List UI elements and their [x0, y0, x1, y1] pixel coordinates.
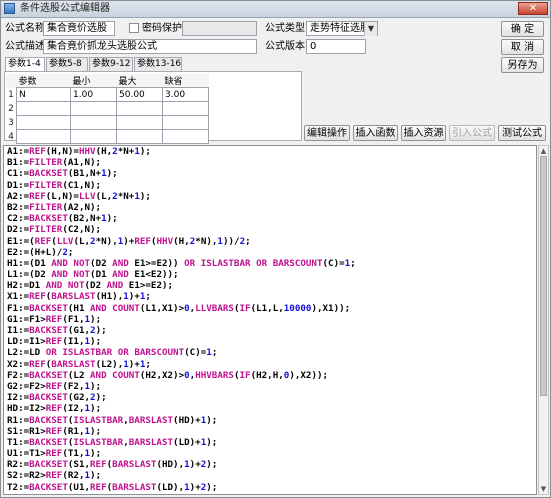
- test-formula-button[interactable]: 测试公式: [498, 125, 546, 141]
- code-line: B2:=FILTER(A2,N);: [7, 201, 102, 213]
- code-line: X1:=REF(BARSLAST(H1),1)+1;: [7, 291, 151, 303]
- formula-name-input[interactable]: 集合竟价选股: [43, 21, 115, 36]
- import-formula-button[interactable]: 引入公式: [449, 125, 495, 141]
- param-row-number: 3: [8, 117, 14, 128]
- formula-desc-label: 公式描述: [5, 41, 45, 52]
- code-line: C1:=BACKSET(B1,N+1);: [7, 168, 118, 180]
- formula-version-label: 公式版本: [265, 41, 305, 52]
- code-line: F1:=BACKSET(H1 AND COUNT(L1,X1)>0,LLVBAR…: [7, 302, 351, 314]
- code-line: HD:=I2>REF(I2,1);: [7, 403, 102, 415]
- formula-type-select[interactable]: 走势特征选股 ▼: [306, 21, 378, 36]
- param-header-max: 最大: [116, 74, 163, 88]
- code-line: E1:=(REF(LLV(L,2*N),1)+REF(HHV(H,2*N),1)…: [7, 235, 251, 247]
- code-line: I2:=BACKSET(G2,2);: [7, 392, 107, 404]
- param-row-number: 1: [8, 89, 14, 100]
- code-line: T1:=BACKSET(ISLASTBAR,BARSLAST(LD)+1);: [7, 436, 218, 448]
- formula-desc-input[interactable]: 集合竟价抓龙头选股公式: [43, 39, 257, 54]
- app-icon: [4, 3, 15, 14]
- insert-function-button[interactable]: 插入函数: [353, 125, 398, 141]
- formula-type-value: 走势特征选股: [310, 23, 370, 34]
- close-button[interactable]: ✕: [518, 2, 548, 15]
- formula-name-label: 公式名称: [5, 23, 45, 34]
- tab-params-9-12[interactable]: 参数9-12: [89, 57, 133, 71]
- params-table: 参数 最小 最大 缺省 1 N 1.00 50.00 3.00 2 3 4: [6, 74, 209, 144]
- param-max-cell[interactable]: [116, 115, 163, 130]
- param-rownum-header: [6, 74, 17, 88]
- param-default-cell[interactable]: [162, 101, 209, 116]
- code-line: S2:=R2>REF(R2,1);: [7, 470, 102, 482]
- param-min-cell[interactable]: [70, 101, 117, 116]
- param-max-cell[interactable]: 50.00: [116, 87, 163, 102]
- code-line: B1:=FILTER(A1,N);: [7, 157, 102, 169]
- tab-params-5-8[interactable]: 参数5-8: [46, 57, 88, 71]
- param-min-cell[interactable]: [70, 129, 117, 144]
- password-checkbox[interactable]: [129, 23, 139, 33]
- formula-type-label: 公式类型: [265, 23, 305, 34]
- param-name-cell[interactable]: N: [16, 87, 71, 102]
- code-line: C2:=BACKSET(B2,N+1);: [7, 213, 118, 225]
- param-name-cell[interactable]: [16, 101, 71, 116]
- code-line: H1:=(D1 AND NOT(D2 AND E1>=E2)) OR ISLAS…: [7, 257, 356, 269]
- chevron-down-icon: ▼: [364, 22, 377, 36]
- ok-button[interactable]: 确 定: [501, 21, 544, 37]
- insert-resource-button[interactable]: 插入资源: [401, 125, 446, 141]
- param-row-number: 4: [8, 131, 14, 142]
- title-bar[interactable]: 条件选股公式编辑器 ✕: [1, 1, 550, 18]
- param-row-number: 2: [8, 103, 14, 114]
- code-line: H2:=D1 AND NOT(D2 AND E1>=E2);: [7, 280, 174, 292]
- param-header-name: 参数: [16, 74, 71, 88]
- scroll-down-icon[interactable]: ▼: [539, 484, 548, 494]
- scroll-thumb[interactable]: [540, 156, 547, 396]
- code-line: G1:=F1>REF(F1,1);: [7, 313, 102, 325]
- param-default-cell[interactable]: 3.00: [162, 87, 209, 102]
- param-default-cell[interactable]: [162, 115, 209, 130]
- tab-params-13-16[interactable]: 参数13-16: [134, 57, 182, 71]
- tab-params-1-4[interactable]: 参数1-4: [5, 57, 45, 72]
- save-as-button[interactable]: 另存为: [501, 57, 544, 73]
- formula-editor-window: 条件选股公式编辑器 ✕ 公式名称 集合竟价选股 密码保护 公式类型 走势特征选股…: [0, 0, 551, 498]
- code-line: E2:=(H+L)/2;: [7, 246, 74, 258]
- param-name-cell[interactable]: [16, 129, 71, 144]
- code-line: A2:=REF(L,N)=LLV(L,2*N+1);: [7, 190, 151, 202]
- code-line: S1:=R1>REF(R1,1);: [7, 425, 102, 437]
- code-line: A1:=REF(H,N)=HHV(H,2*N+1);: [7, 146, 151, 157]
- code-line: D2:=FILTER(C2,N);: [7, 224, 102, 236]
- formula-version-input[interactable]: 0: [306, 39, 366, 54]
- code-line: G2:=F2>REF(F2,1);: [7, 380, 102, 392]
- code-line: X2:=REF(BARSLAST(L2),1)+1;: [7, 358, 151, 370]
- param-header-min: 最小: [70, 74, 117, 88]
- param-max-cell[interactable]: [116, 129, 163, 144]
- window-title: 条件选股公式编辑器: [20, 3, 110, 14]
- edit-ops-button[interactable]: 编辑操作: [304, 125, 350, 141]
- param-min-cell[interactable]: 1.00: [70, 87, 117, 102]
- formula-code-editor[interactable]: A1:=REF(H,N)=HHV(H,2*N+1); B1:=FILTER(A1,…: [3, 145, 537, 495]
- code-line: F2:=BACKSET(L2 AND COUNT(H2,X2)>0,HHVBAR…: [7, 369, 329, 381]
- code-line: I1:=BACKSET(G1,2);: [7, 325, 107, 336]
- code-line: L1:=(D2 AND NOT(D1 AND E1<E2));: [7, 269, 179, 281]
- code-line: R2:=BACKSET(S1,REF(BARSLAST(HD),1)+2);: [7, 459, 218, 471]
- code-line: LD:=I1>REF(I1,1);: [7, 336, 102, 348]
- scroll-up-icon[interactable]: ▲: [539, 146, 548, 156]
- cancel-button[interactable]: 取 消: [501, 39, 544, 55]
- code-line: T2:=BACKSET(U1,REF(BARSLAST(LD),1)+2);: [7, 481, 218, 493]
- code-vertical-scrollbar[interactable]: ▲ ▼: [538, 145, 549, 495]
- code-line: D1:=FILTER(C1,N);: [7, 179, 102, 191]
- param-header-default: 缺省: [162, 74, 209, 88]
- param-min-cell[interactable]: [70, 115, 117, 130]
- password-input[interactable]: [182, 21, 257, 36]
- password-label: 密码保护: [142, 23, 182, 34]
- param-name-cell[interactable]: [16, 115, 71, 130]
- param-default-cell[interactable]: [162, 129, 209, 144]
- code-line: R1:=BACKSET(ISLASTBAR,BARSLAST(HD)+1);: [7, 414, 218, 426]
- param-max-cell[interactable]: [116, 101, 163, 116]
- code-line: L2:=LD OR ISLASTBAR OR BARSCOUNT(C)=1;: [7, 347, 218, 359]
- code-line: U1:=T1>REF(T1,1);: [7, 448, 102, 460]
